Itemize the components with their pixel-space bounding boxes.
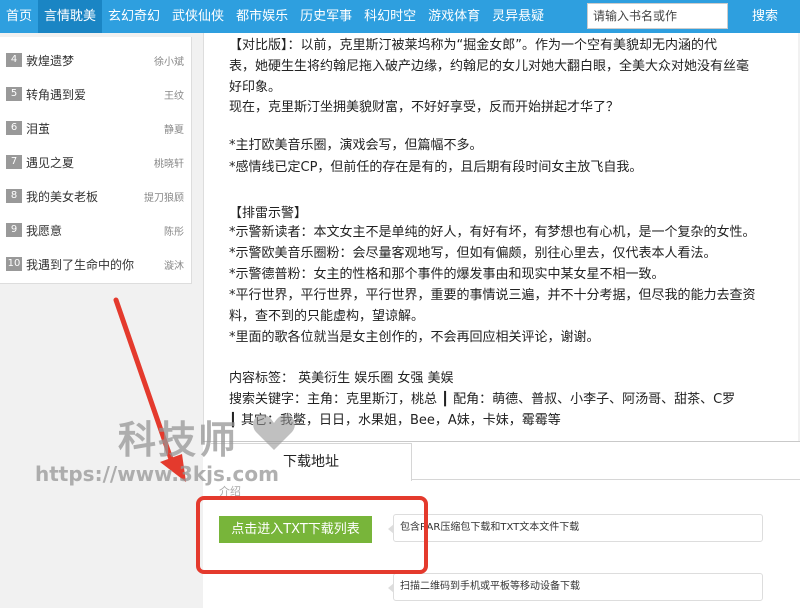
book-title-link[interactable]: 敦煌遗梦 <box>26 52 154 69</box>
nav-item-home[interactable]: 首页 <box>0 0 38 33</box>
nav-item-romance[interactable]: 言情耽美 <box>38 0 103 33</box>
synopsis-line: 好印象。 <box>229 80 282 95</box>
watermark-url: https://www.3kjs.com <box>35 462 279 486</box>
book-title-link[interactable]: 我遇到了生命中的你 <box>26 256 164 273</box>
book-title-link[interactable]: 遇见之夏 <box>26 154 154 171</box>
search-button[interactable]: 搜索 <box>735 0 795 33</box>
rank-number: 7 <box>6 155 22 169</box>
nav-item-scifi[interactable]: 科幻时空 <box>358 0 422 33</box>
book-author: 提刀狼顾 <box>144 192 184 204</box>
synopsis-line: *里面的歌各位就当是女主创作的，不会再回应相关评论，谢谢。 <box>229 330 600 345</box>
rank-number: 8 <box>6 189 22 203</box>
synopsis-line: *感情线已定CP，但前任的存在是有的，且后期有段时间女主放飞自我。 <box>229 160 643 175</box>
nav-item-fantasy[interactable]: 玄幻奇幻 <box>102 0 166 33</box>
synopsis-line: *示警德普粉：女主的性格和那个事件的爆发事由和现实中某女星不相一致。 <box>229 267 665 282</box>
search-input[interactable] <box>587 3 728 29</box>
list-item[interactable]: 4 敦煌遗梦 徐小斌 <box>0 43 192 77</box>
rank-number: 4 <box>6 53 22 67</box>
synopsis-line: *示警欧美音乐圈粉：会尽量客观地写，但如有偏颇，别往心里去，仅代表本人看法。 <box>229 246 717 261</box>
nav-item-wuxia[interactable]: 武侠仙侠 <box>166 0 230 33</box>
synopsis-line: 料，查不到的只能虚构，望谅解。 <box>229 309 425 324</box>
rank-number: 9 <box>6 223 22 237</box>
nav-item-games[interactable]: 游戏体育 <box>422 0 486 33</box>
ranking-list: 4 敦煌遗梦 徐小斌 5 转角遇到爱 王纹 6 泪茧 静夏 7 遇见之夏 桃晓轩 8 我的美女老板 提刀狼顾… <box>0 37 192 284</box>
book-title-link[interactable]: 泪茧 <box>26 120 164 137</box>
download-info-qr: 扫描二维码到手机或平板等移动设备下载 <box>388 573 763 601</box>
download-divider <box>411 479 800 480</box>
synopsis-line: 搜索关键字：主角：克里斯汀，桃总 ┃ 配角：萌德、普叔、小李子、阿汤哥、甜茶、C… <box>229 392 736 407</box>
synopsis-line: 现在，克里斯汀坐拥美貌财富，不好好享受，反而开始拼起才华了？ <box>229 100 620 115</box>
synopsis-line: 内容标签： 英美衍生 娱乐圈 女强 美娱 <box>229 371 454 386</box>
nav-item-mystery[interactable]: 灵异悬疑 <box>486 0 550 33</box>
book-author: 静夏 <box>164 124 184 136</box>
watermark-text: 科技师 <box>118 418 239 462</box>
book-author: 陈彤 <box>164 226 184 238</box>
rank-number: 6 <box>6 121 22 135</box>
synopsis-line: *示警新读者：本文女主不是单纯的好人，有好有坏，有梦想也有心机，是一个复杂的女性… <box>229 225 756 240</box>
book-title-link[interactable]: 我的美女老板 <box>26 188 144 205</box>
rank-number: 10 <box>6 257 22 271</box>
book-title-link[interactable]: 转角遇到爱 <box>26 86 164 103</box>
book-author: 王纹 <box>164 90 184 102</box>
list-item[interactable]: 7 遇见之夏 桃晓轩 <box>0 145 192 179</box>
book-author: 徐小斌 <box>154 56 184 68</box>
book-author: 桃晓轩 <box>154 158 184 170</box>
list-item[interactable]: 9 我愿意 陈彤 <box>0 213 192 247</box>
download-info-rar: 包含RAR压缩包下载和TXT文本文件下载 <box>388 514 763 542</box>
list-item[interactable]: 5 转角遇到爱 王纹 <box>0 77 192 111</box>
list-item[interactable]: 8 我的美女老板 提刀狼顾 <box>0 179 192 213</box>
annotation-highlight-box <box>196 496 428 574</box>
list-item[interactable]: 6 泪茧 静夏 <box>0 111 192 145</box>
synopsis-line: 【对比版】：以前，克里斯汀被莱坞称为“掘金女郎”。作为一个空有美貌却无内涵的代 <box>229 38 717 53</box>
list-item[interactable]: 10 我遇到了生命中的你 漩沐 <box>0 247 192 281</box>
nav-item-urban[interactable]: 都市娱乐 <box>230 0 294 33</box>
synopsis-card: 【对比版】：以前，克里斯汀被莱坞称为“掘金女郎”。作为一个空有美貌却无内涵的代表… <box>203 33 798 441</box>
nav-item-history[interactable]: 历史军事 <box>294 0 358 33</box>
synopsis-line: *主打欧美音乐圈，演戏会写，但篇幅不多。 <box>229 138 483 153</box>
synopsis-line: *平行世界，平行世界，平行世界，重要的事情说三遍，并不十分考据，但尽我的能力去查… <box>229 288 756 303</box>
rank-number: 5 <box>6 87 22 101</box>
heart-icon <box>253 414 295 450</box>
synopsis-line: 【排雷示警】 <box>229 206 308 221</box>
synopsis-line: 表，她硬生生将约翰尼拖入破产边缘，约翰尼的女儿对她大翻白眼，全美大众对她没有丝毫 <box>229 59 750 74</box>
book-author: 漩沐 <box>164 260 184 272</box>
book-title-link[interactable]: 我愿意 <box>26 222 164 239</box>
